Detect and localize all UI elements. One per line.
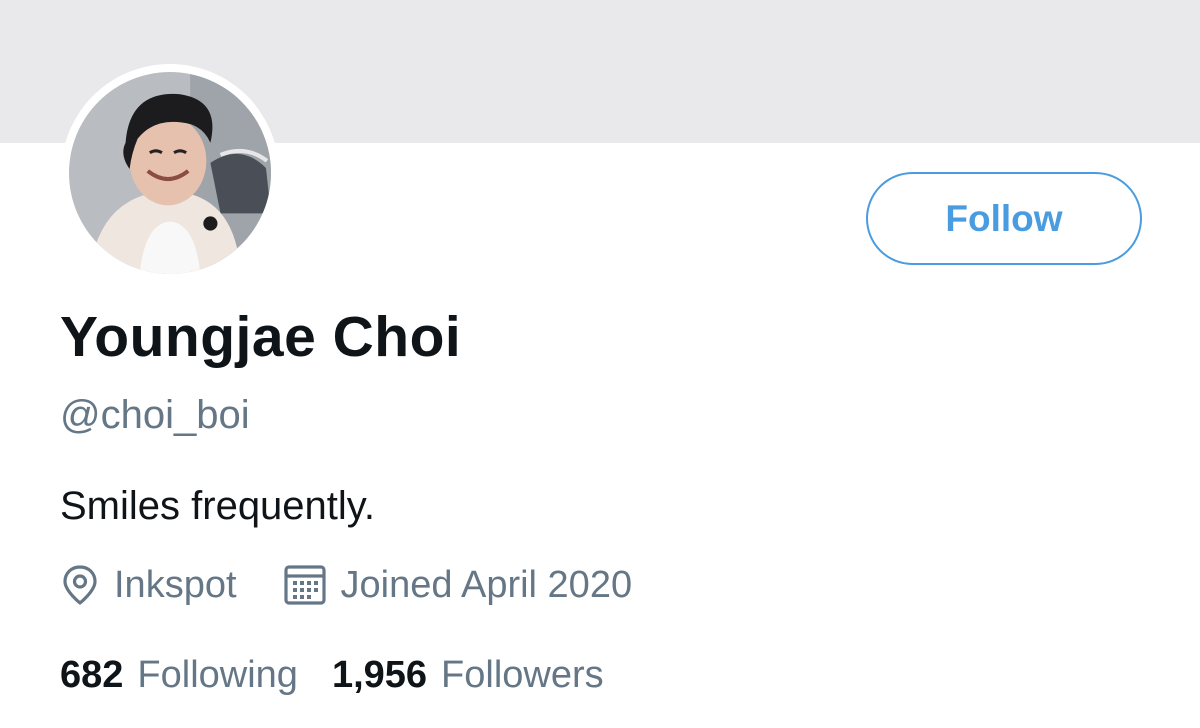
profile-page: Follow Youngjae Choi @choi_boi Smiles fr… <box>0 0 1200 728</box>
location-text[interactable]: Inkspot <box>114 564 237 607</box>
profile-bio: Smiles frequently. <box>60 484 375 528</box>
followers-count: 1,956 <box>331 653 428 696</box>
display-name: Youngjae Choi <box>60 305 462 369</box>
location-item: Inkspot <box>60 564 237 607</box>
profile-stats: 682 Following 1,956 Followers <box>60 650 604 700</box>
followers-label: Followers <box>441 653 604 696</box>
following-stat[interactable]: 682 Following <box>60 654 298 697</box>
location-pin-icon <box>63 565 97 605</box>
profile-meta: Inkspot Joined April 2020 <box>60 560 632 610</box>
following-count: 682 <box>60 653 124 696</box>
following-label: Following <box>137 653 298 696</box>
followers-stat[interactable]: 1,956 Followers <box>332 654 604 697</box>
joined-item: Joined April 2020 <box>283 563 633 607</box>
calendar-icon <box>283 565 326 605</box>
avatar-photo <box>69 72 271 274</box>
profile-handle: @choi_boi <box>60 393 250 437</box>
avatar[interactable] <box>61 64 279 282</box>
joined-text: Joined April 2020 <box>340 563 633 606</box>
follow-button[interactable]: Follow <box>866 172 1142 265</box>
